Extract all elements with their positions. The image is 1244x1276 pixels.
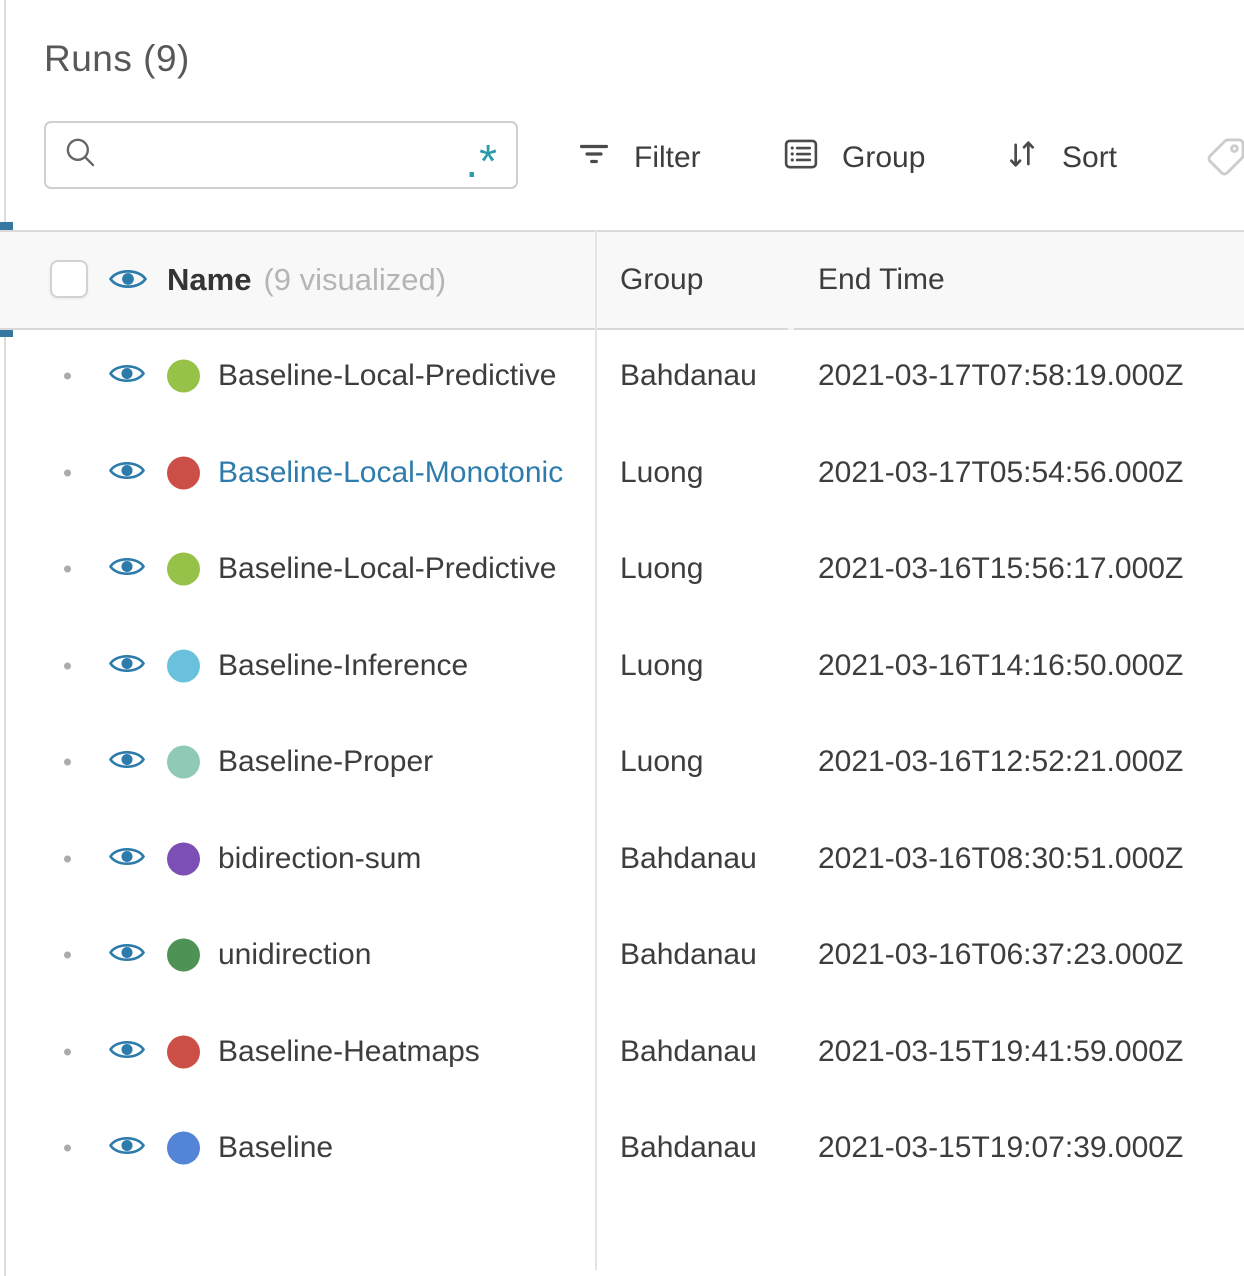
run-name-link[interactable]: Baseline-Inference: [218, 649, 468, 683]
visibility-eye-icon[interactable]: [108, 554, 146, 585]
run-color-dot[interactable]: [167, 649, 200, 683]
run-group-cell: Bahdanau: [620, 938, 757, 972]
run-group-cell: Luong: [620, 552, 704, 586]
visibility-eye-icon[interactable]: [108, 940, 146, 971]
visibility-eye-icon[interactable]: [108, 650, 146, 681]
end-time-column-header[interactable]: End Time: [818, 232, 945, 328]
run-end-time-cell: 2021-03-16T06:37:23.000Z: [818, 938, 1184, 972]
run-group-cell: Bahdanau: [620, 1131, 757, 1165]
visibility-eye-icon[interactable]: [108, 361, 146, 392]
visibility-eye-icon[interactable]: [108, 457, 146, 488]
run-name-link[interactable]: Baseline-Local-Predictive: [218, 359, 557, 393]
search-icon: [62, 134, 100, 177]
sort-icon: [1002, 134, 1042, 182]
toggle-all-visibility-eye-icon[interactable]: [108, 265, 148, 298]
run-group-cell: Bahdanau: [620, 359, 757, 393]
drag-handle-dot[interactable]: [64, 1144, 71, 1152]
group-icon: [780, 133, 822, 183]
run-name-link[interactable]: Baseline: [218, 1131, 333, 1165]
table-row: Baseline-Inference Luong 2021-03-16T14:1…: [0, 618, 1244, 715]
table-row: Baseline-Local-Predictive Bahdanau 2021-…: [0, 328, 1244, 425]
run-end-time-cell: 2021-03-16T14:16:50.000Z: [818, 648, 1184, 682]
search-box: .*: [44, 121, 518, 189]
run-name-link[interactable]: bidirection-sum: [218, 842, 421, 876]
drag-handle-dot[interactable]: [64, 469, 71, 477]
sort-button[interactable]: Sort: [1002, 132, 1117, 184]
drag-handle-dot[interactable]: [64, 758, 71, 766]
drag-handle-dot[interactable]: [64, 565, 71, 573]
run-color-dot[interactable]: [167, 1131, 200, 1165]
run-name-link[interactable]: unidirection: [218, 938, 371, 972]
run-name-link[interactable]: Baseline-Local-Monotonic: [218, 456, 563, 490]
run-color-dot[interactable]: [167, 552, 200, 586]
run-name-link[interactable]: Baseline-Proper: [218, 745, 433, 779]
filter-button-label: Filter: [634, 141, 701, 174]
tag-icon: [1203, 138, 1244, 182]
table-row: Baseline-Heatmaps Bahdanau 2021-03-15T19…: [0, 1004, 1244, 1101]
run-group-cell: Luong: [620, 455, 704, 489]
group-button-label: Group: [842, 141, 926, 174]
run-group-cell: Bahdanau: [620, 1034, 757, 1068]
page-title: Runs (9): [44, 38, 190, 79]
run-color-dot[interactable]: [167, 938, 200, 972]
visibility-eye-icon[interactable]: [108, 747, 146, 778]
visualized-count-label: (9 visualized): [263, 262, 447, 297]
table-row: unidirection Bahdanau 2021-03-16T06:37:2…: [0, 907, 1244, 1004]
table-row: Baseline-Local-Monotonic Luong 2021-03-1…: [0, 425, 1244, 522]
runs-panel: Runs (9) .* Filter Group Sort Name (9 vi…: [0, 0, 1244, 1276]
group-column-header[interactable]: Group: [620, 232, 703, 328]
table-row: Baseline-Proper Luong 2021-03-16T12:52:2…: [0, 714, 1244, 811]
drag-handle-dot[interactable]: [64, 951, 71, 959]
runs-table-body: Baseline-Local-Predictive Bahdanau 2021-…: [0, 328, 1244, 1197]
run-name-link[interactable]: Baseline-Heatmaps: [218, 1035, 480, 1069]
run-color-dot[interactable]: [167, 1035, 200, 1069]
name-column-divider[interactable]: [595, 230, 597, 1270]
run-group-cell: Bahdanau: [620, 841, 757, 875]
group-button[interactable]: Group: [780, 132, 925, 184]
sort-button-label: Sort: [1062, 141, 1118, 174]
run-color-dot[interactable]: [167, 745, 200, 779]
table-row: bidirection-sum Bahdanau 2021-03-16T08:3…: [0, 811, 1244, 908]
drag-handle-dot[interactable]: [64, 372, 71, 380]
run-color-dot[interactable]: [167, 842, 200, 876]
run-end-time-cell: 2021-03-15T19:41:59.000Z: [818, 1034, 1184, 1068]
table-header-row: Name (9 visualized) Group End Time: [0, 230, 1244, 330]
filter-button[interactable]: Filter: [574, 132, 701, 184]
visibility-eye-icon[interactable]: [108, 843, 146, 874]
visibility-eye-icon[interactable]: [108, 1036, 146, 1067]
name-column-header[interactable]: Name (9 visualized): [167, 232, 446, 328]
run-end-time-cell: 2021-03-16T08:30:51.000Z: [818, 841, 1184, 875]
search-input[interactable]: [100, 138, 466, 172]
visibility-eye-icon[interactable]: [108, 1133, 146, 1164]
drag-handle-dot[interactable]: [64, 855, 71, 863]
run-end-time-cell: 2021-03-16T15:56:17.000Z: [818, 552, 1184, 586]
run-end-time-cell: 2021-03-17T05:54:56.000Z: [818, 455, 1184, 489]
regex-toggle-icon[interactable]: .*: [465, 138, 498, 184]
run-group-cell: Luong: [620, 648, 704, 682]
run-name-link[interactable]: Baseline-Local-Predictive: [218, 552, 557, 586]
run-color-dot[interactable]: [167, 456, 200, 490]
drag-handle-dot[interactable]: [64, 1048, 71, 1056]
name-column-label: Name: [167, 262, 252, 297]
drag-handle-dot[interactable]: [64, 662, 71, 670]
tag-button[interactable]: [1196, 134, 1244, 182]
run-end-time-cell: 2021-03-16T12:52:21.000Z: [818, 745, 1184, 779]
select-all-checkbox[interactable]: [50, 260, 88, 298]
run-end-time-cell: 2021-03-15T19:07:39.000Z: [818, 1131, 1184, 1165]
filter-icon: [574, 134, 614, 182]
table-row: Baseline Bahdanau 2021-03-15T19:07:39.00…: [0, 1100, 1244, 1197]
run-color-dot[interactable]: [167, 359, 200, 393]
run-group-cell: Luong: [620, 745, 704, 779]
table-row: Baseline-Local-Predictive Luong 2021-03-…: [0, 521, 1244, 618]
run-end-time-cell: 2021-03-17T07:58:19.000Z: [818, 359, 1184, 393]
